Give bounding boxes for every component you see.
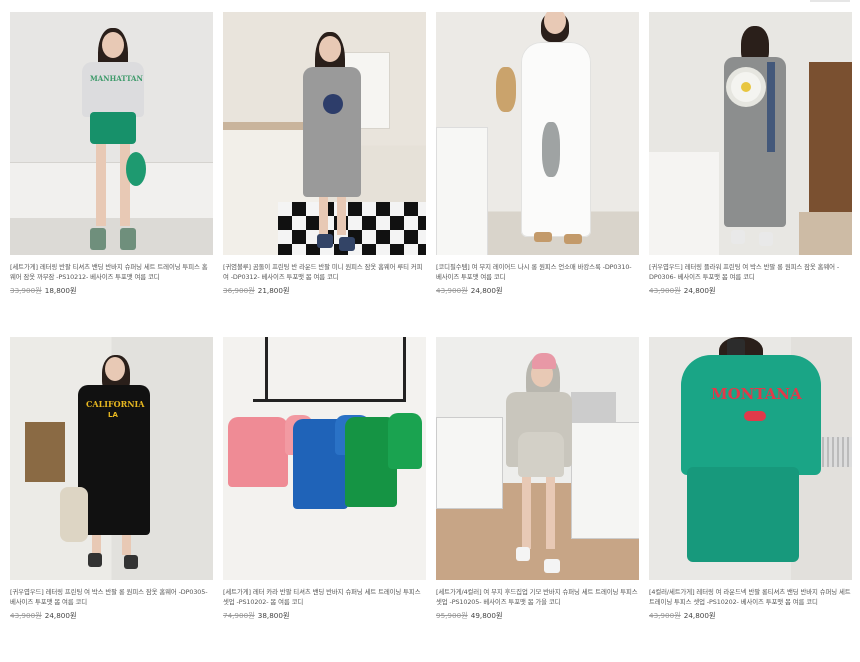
original-price: 43,900원	[649, 286, 681, 295]
product-title[interactable]: [세트가게] 레터 카라 반팔 티셔츠 밴딩 반바지 슈퍼닝 세트 트레이닝 투…	[223, 588, 426, 607]
product-grid: MANHATTAN [세트가게] 레터링 반팔 티셔츠 밴딩 반바지 슈퍼닝 세…	[10, 12, 852, 662]
product-price: 36,900원 21,800원	[223, 286, 426, 296]
sale-price: 24,800원	[470, 286, 503, 295]
product-image[interactable]	[223, 12, 426, 255]
product-price: 43,900원 24,800원	[649, 286, 852, 296]
product-card[interactable]: [귀우엽우드] 레터링 플라워 프린팅 여 박스 반팔 롱 원피스 잠옷 홈웨어…	[649, 12, 852, 337]
sale-price: 24,800원	[683, 286, 716, 295]
product-row: CALIFORNIA LA [귀우엽우드] 레터링 프린팅 여 박스 반팔 롱 …	[10, 337, 852, 662]
product-title[interactable]: [귀염볼루] 곰돌이 프린팅 반 라운드 반팔 미니 원피스 잠옷 홈웨어 루티…	[223, 263, 426, 282]
product-price: 43,900원 24,800원	[436, 286, 639, 296]
product-row: MANHATTAN [세트가게] 레터링 반팔 티셔츠 밴딩 반바지 슈퍼닝 세…	[10, 12, 852, 337]
product-title[interactable]: [귀우엽우드] 레터링 플라워 프린팅 여 박스 반팔 롱 원피스 잠옷 홈웨어…	[649, 263, 852, 282]
product-title[interactable]: [코디필수템] 여 무지 레이어드 나시 롱 원피스 언소매 바캉스룩 -DP0…	[436, 263, 639, 282]
original-price: 43,900원	[10, 611, 42, 620]
original-price: 43,900원	[649, 611, 681, 620]
sale-price: 38,800원	[257, 611, 290, 620]
product-image[interactable]	[436, 337, 639, 580]
product-card[interactable]: MONTANA [4컬러/세트가게] 레터링 여 라운드넥 반팔 롱티셔츠 밴딩…	[649, 337, 852, 662]
product-image[interactable]: MANHATTAN	[10, 12, 213, 255]
original-price: 36,900원	[223, 286, 255, 295]
sale-price: 24,800원	[683, 611, 716, 620]
sale-price: 49,800원	[470, 611, 503, 620]
sale-price: 21,800원	[257, 286, 290, 295]
product-image[interactable]: CALIFORNIA LA	[10, 337, 213, 580]
product-price: 33,900원 18,800원	[10, 286, 213, 296]
product-title[interactable]: [세트가게] 레터링 반팔 티셔츠 밴딩 반바지 슈퍼닝 세트 트레이닝 투피스…	[10, 263, 213, 282]
product-card[interactable]: [세트가게] 레터 카라 반팔 티셔츠 밴딩 반바지 슈퍼닝 세트 트레이닝 투…	[223, 337, 426, 662]
original-price: 33,900원	[10, 286, 42, 295]
top-divider	[810, 0, 850, 2]
original-price: 74,900원	[223, 611, 255, 620]
original-price: 43,900원	[436, 286, 468, 295]
product-image[interactable]: MONTANA	[649, 337, 852, 580]
product-card[interactable]: [귀염볼루] 곰돌이 프린팅 반 라운드 반팔 미니 원피스 잠옷 홈웨어 루티…	[223, 12, 426, 337]
product-title[interactable]: [4컬러/세트가게] 레터링 여 라운드넥 반팔 롱티셔츠 밴딩 반바지 슈퍼닝…	[649, 588, 852, 607]
product-title[interactable]: [세트가게/4컬러] 여 무지 후드집업 기모 반바지 슈퍼닝 세트 트레이닝 …	[436, 588, 639, 607]
product-image[interactable]	[649, 12, 852, 255]
product-card[interactable]: [세트가게/4컬러] 여 무지 후드집업 기모 반바지 슈퍼닝 세트 트레이닝 …	[436, 337, 639, 662]
sale-price: 24,800원	[44, 611, 77, 620]
product-image[interactable]	[223, 337, 426, 580]
sale-price: 18,800원	[44, 286, 77, 295]
product-title[interactable]: [귀우엽우드] 레터링 프린팅 여 박스 반팔 롱 원피스 잠옷 홈웨어 -DP…	[10, 588, 213, 607]
product-card[interactable]: MANHATTAN [세트가게] 레터링 반팔 티셔츠 밴딩 반바지 슈퍼닝 세…	[10, 12, 213, 337]
product-card[interactable]: [코디필수템] 여 무지 레이어드 나시 롱 원피스 언소매 바캉스룩 -DP0…	[436, 12, 639, 337]
original-price: 95,900원	[436, 611, 468, 620]
product-image[interactable]	[436, 12, 639, 255]
product-card[interactable]: CALIFORNIA LA [귀우엽우드] 레터링 프린팅 여 박스 반팔 롱 …	[10, 337, 213, 662]
